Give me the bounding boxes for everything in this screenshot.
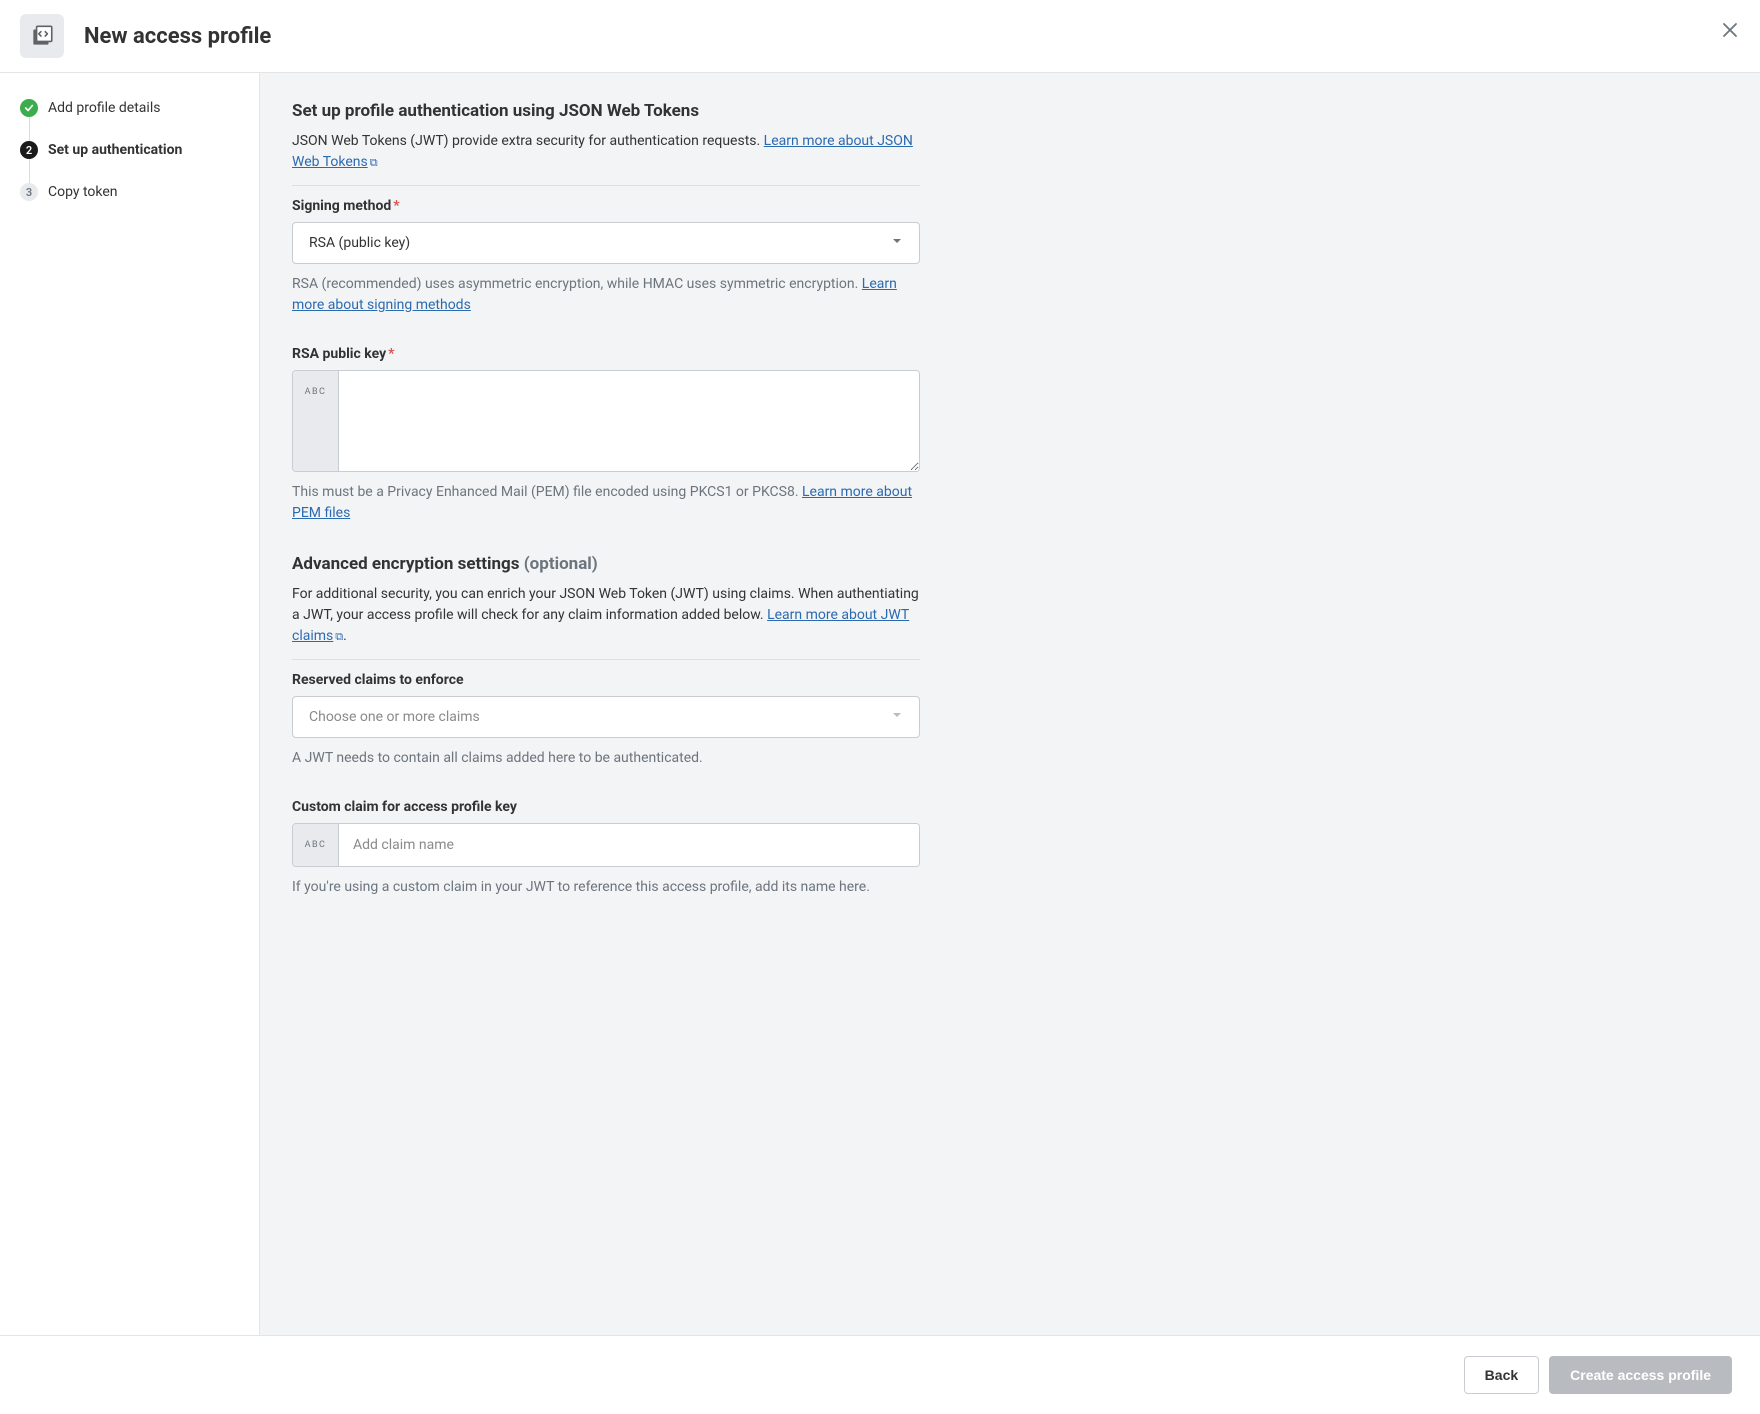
select-value: RSA (public key)	[309, 235, 410, 251]
section-description: JSON Web Tokens (JWT) provide extra secu…	[292, 131, 920, 173]
main-content: Set up profile authentication using JSON…	[260, 73, 1760, 1335]
reserved-claims-select[interactable]: Choose one or more claims	[292, 696, 920, 738]
section-title: Set up profile authentication using JSON…	[292, 101, 920, 121]
step-copy-token: 3 Copy token	[20, 183, 239, 201]
reserved-claims-label: Reserved claims to enforce	[292, 672, 920, 688]
external-link-icon: ⧉	[335, 629, 343, 646]
step-add-profile[interactable]: Add profile details	[20, 99, 239, 117]
modal-header: New access profile	[0, 0, 1760, 73]
step-label: Copy token	[48, 184, 118, 200]
signing-method-label: Signing method*	[292, 198, 920, 214]
step-number-icon: 3	[20, 183, 38, 201]
signing-method-select[interactable]: RSA (public key)	[292, 222, 920, 264]
reserved-claims-help: A JWT needs to contain all claims added …	[292, 748, 920, 769]
create-profile-button[interactable]: Create access profile	[1549, 1356, 1732, 1394]
custom-claim-help: If you're using a custom claim in your J…	[292, 877, 920, 898]
external-link-icon: ⧉	[370, 155, 378, 172]
chevron-down-icon	[891, 709, 903, 725]
rsa-key-help: This must be a Privacy Enhanced Mail (PE…	[292, 482, 920, 524]
profile-icon	[20, 14, 64, 58]
select-placeholder: Choose one or more claims	[309, 709, 480, 725]
advanced-title: Advanced encryption settings	[292, 554, 524, 574]
chevron-down-icon	[891, 235, 903, 251]
step-setup-auth[interactable]: 2 Set up authentication	[20, 141, 239, 159]
back-button[interactable]: Back	[1464, 1356, 1539, 1394]
intro-text: JSON Web Tokens (JWT) provide extra secu…	[292, 133, 764, 149]
divider	[292, 185, 920, 186]
check-icon	[20, 99, 38, 117]
rsa-key-input-wrap: ABC	[292, 370, 920, 472]
text-type-icon: ABC	[293, 371, 339, 471]
rsa-key-textarea[interactable]	[339, 371, 919, 471]
step-connector	[29, 159, 30, 183]
step-number-icon: 2	[20, 141, 38, 159]
step-label: Add profile details	[48, 100, 160, 116]
advanced-description: For additional security, you can enrich …	[292, 584, 920, 647]
rsa-key-label: RSA public key*	[292, 346, 920, 362]
step-connector	[29, 117, 30, 141]
custom-claim-input-wrap: ABC	[292, 823, 920, 867]
optional-label: (optional)	[524, 554, 598, 574]
text-type-icon: ABC	[293, 824, 339, 866]
wizard-sidebar: Add profile details 2 Set up authenticat…	[0, 73, 260, 1335]
page-title: New access profile	[84, 24, 271, 49]
divider	[292, 659, 920, 660]
custom-claim-input[interactable]	[339, 824, 919, 866]
custom-claim-label: Custom claim for access profile key	[292, 799, 920, 815]
signing-method-help: RSA (recommended) uses asymmetric encryp…	[292, 274, 920, 316]
modal-footer: Back Create access profile	[0, 1335, 1760, 1414]
close-button[interactable]	[1720, 20, 1740, 40]
step-label: Set up authentication	[48, 142, 182, 158]
